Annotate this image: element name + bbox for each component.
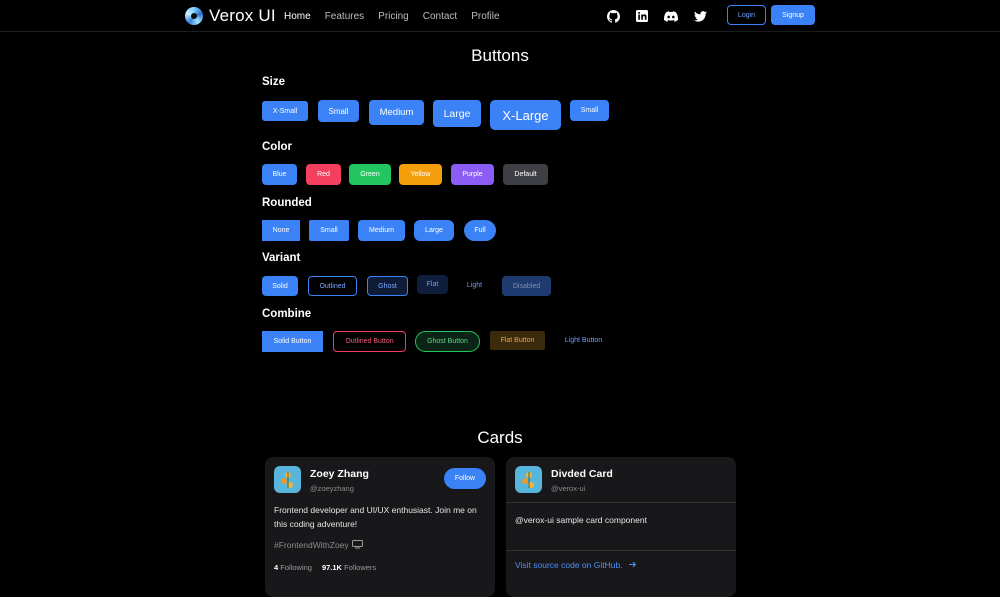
following-stat[interactable]: 4 Following — [274, 563, 312, 572]
rounded-none-button[interactable]: None — [262, 220, 300, 241]
ghost-variant-button[interactable]: Ghost — [367, 276, 408, 296]
discord-icon[interactable] — [664, 9, 678, 23]
profile-card: Zoey Zhang @zoeyzhang Follow Frontend de… — [265, 457, 495, 597]
card-divider-bottom — [506, 550, 736, 551]
login-button[interactable]: Login — [727, 5, 766, 25]
social-links — [606, 9, 707, 23]
divided-card-handle: @verox-ui — [551, 484, 586, 493]
combine-group-title: Combine — [262, 308, 312, 320]
outlined-combine-button[interactable]: Outlined Button — [333, 331, 406, 352]
purple-button[interactable]: Purple — [451, 164, 494, 185]
yellow-button[interactable]: Yellow — [399, 164, 442, 185]
cards-section-title: Cards — [477, 428, 523, 447]
nav-link-pricing[interactable]: Pricing — [378, 11, 409, 22]
followers-label: Followers — [344, 563, 377, 572]
profile-tag-row: #FrontendWithZoey — [274, 536, 363, 554]
flat-combine-button[interactable]: Flat Button — [490, 331, 545, 350]
avatar — [274, 466, 301, 493]
profile-handle: @zoeyzhang — [310, 484, 354, 493]
top-navbar: Verox UI Home Features Pricing Contact P… — [0, 0, 1000, 32]
computer-emoji-icon — [351, 536, 363, 554]
nav-link-home[interactable]: Home — [284, 11, 311, 22]
following-count: 4 — [274, 563, 279, 572]
follow-button[interactable]: Follow — [444, 468, 486, 489]
blue-button[interactable]: Blue — [262, 164, 297, 185]
github-icon[interactable] — [606, 9, 620, 23]
nav-link-contact[interactable]: Contact — [423, 11, 457, 22]
x-large-button[interactable]: X-Large — [490, 100, 561, 130]
medium-button[interactable]: Medium — [369, 100, 424, 125]
brand[interactable]: Verox UI — [185, 5, 276, 27]
profile-tag: #FrontendWithZoey — [274, 540, 349, 550]
nav-link-features[interactable]: Features — [325, 11, 364, 22]
source-code-link-text: Visit source code on GitHub. — [515, 560, 623, 570]
red-button[interactable]: Red — [306, 164, 341, 185]
signup-button[interactable]: Signup — [771, 5, 815, 25]
avatar-image-icon — [280, 471, 293, 488]
profile-stats: 4 Following 97.1K Followers — [274, 563, 376, 572]
rounded-medium-button[interactable]: Medium — [358, 220, 405, 241]
followers-stat[interactable]: 97.1K Followers — [322, 563, 376, 572]
rounded-full-button[interactable]: Full — [464, 220, 496, 241]
following-label: Following — [280, 563, 312, 572]
divided-card-title: Divded Card — [551, 468, 613, 480]
light-combine-button[interactable]: Light Button — [555, 331, 612, 350]
followers-count: 97.1K — [321, 563, 342, 572]
small-button[interactable]: Small — [318, 100, 359, 122]
solid-combine-button[interactable]: Solid Button — [262, 331, 323, 352]
green-button[interactable]: Green — [349, 164, 391, 185]
nav-links: Home Features Pricing Contact Profile — [284, 0, 500, 32]
source-code-link[interactable]: Visit source code on GitHub. — [515, 560, 637, 570]
nav-link-profile[interactable]: Profile — [471, 11, 499, 22]
card-divider-top — [506, 502, 736, 503]
solid-variant-button[interactable]: Solid — [262, 276, 298, 296]
profile-bio: Frontend developer and UI/UX enthusiast.… — [274, 505, 477, 529]
divided-card-body: @verox-ui sample card component — [515, 515, 647, 525]
buttons-section-title: Buttons — [471, 46, 529, 65]
linkedin-icon[interactable] — [635, 9, 649, 23]
ghost-combine-button[interactable]: Ghost Button — [415, 331, 480, 352]
profile-name: Zoey Zhang — [310, 468, 369, 480]
card-avatar — [515, 466, 542, 493]
default-button[interactable]: Default — [503, 164, 548, 185]
outlined-variant-button[interactable]: Outlined — [308, 276, 357, 296]
disabled-variant-button: Disabled — [502, 276, 551, 296]
color-group-title: Color — [262, 141, 293, 153]
rounded-small-button[interactable]: Small — [309, 220, 349, 241]
divided-card: Divded Card @verox-ui @verox-ui sample c… — [506, 457, 736, 597]
brand-logo-icon — [185, 7, 203, 25]
x-small-button[interactable]: X-Small — [262, 101, 308, 121]
twitter-icon[interactable] — [693, 9, 707, 23]
small-button-alt[interactable]: Small — [570, 100, 609, 121]
large-button[interactable]: Large — [433, 100, 481, 127]
variant-group-title: Variant — [262, 252, 301, 264]
rounded-group-title: Rounded — [262, 197, 312, 209]
card-avatar-image-icon — [521, 471, 534, 488]
rounded-large-button[interactable]: Large — [414, 220, 454, 241]
brand-name: Verox UI — [209, 6, 276, 25]
light-variant-button[interactable]: Light — [458, 276, 491, 295]
arrow-right-icon — [628, 560, 637, 570]
flat-variant-button[interactable]: Flat — [417, 275, 448, 294]
size-group-title: Size — [262, 76, 286, 88]
